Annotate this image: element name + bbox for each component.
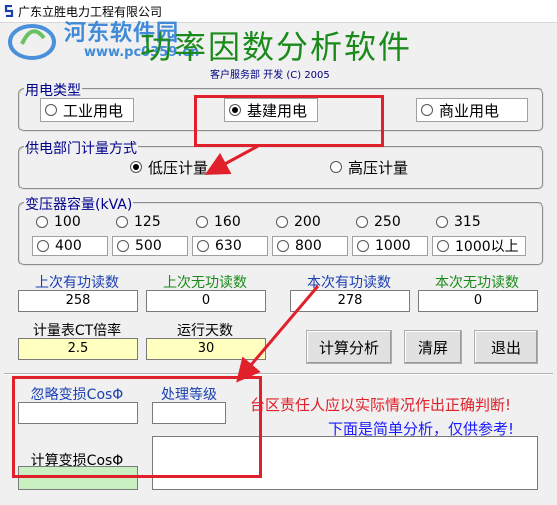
radio-commercial[interactable]: 商业用电 xyxy=(416,98,528,122)
radio-dot xyxy=(196,216,208,228)
calc-button[interactable]: 计算分析 xyxy=(306,330,392,364)
radio-dot xyxy=(36,216,48,228)
radio-dot xyxy=(277,240,289,252)
credit-text: 客户服务部 开发 (C) 2005 xyxy=(210,70,330,81)
radio-industrial-label: 工业用电 xyxy=(63,101,124,120)
radio-industrial[interactable]: 工业用电 xyxy=(40,98,134,122)
radio-kva-label: 500 xyxy=(135,238,162,254)
radio-low-voltage[interactable]: 低压计量 xyxy=(126,156,222,178)
radio-high-voltage[interactable]: 高压计量 xyxy=(326,156,422,178)
clear-button[interactable]: 清屏 xyxy=(404,330,462,364)
radio-kva-label: 160 xyxy=(214,214,241,230)
run-days-input[interactable]: 30 xyxy=(146,338,266,360)
radio-kva-label: 125 xyxy=(134,214,161,230)
radio-kva-160[interactable]: 160 xyxy=(192,212,266,232)
watermark-logo-icon xyxy=(8,24,56,60)
radio-dot xyxy=(116,216,128,228)
radio-kva-label: 630 xyxy=(215,238,242,254)
radio-kva-500[interactable]: 500 xyxy=(112,236,188,256)
radio-dot xyxy=(356,216,368,228)
radio-dot xyxy=(436,216,448,228)
radio-kva-315[interactable]: 315 xyxy=(432,212,522,232)
highlight-box-top xyxy=(194,95,384,147)
this-active-label: 本次有功读数 xyxy=(307,275,391,291)
app-title: 功率因数分析软件 xyxy=(140,28,413,66)
last-reactive-input[interactable]: 0 xyxy=(146,290,266,312)
radio-high-voltage-label: 高压计量 xyxy=(348,158,409,177)
radio-kva-800[interactable]: 800 xyxy=(272,236,348,256)
radio-dot xyxy=(45,104,57,116)
radio-kva-label: 400 xyxy=(55,238,82,254)
radio-kva-1000[interactable]: 1000 xyxy=(352,236,428,256)
note-text: 下面是简单分析，仅供参考! xyxy=(328,420,515,438)
radio-kva-label: 315 xyxy=(454,214,481,230)
radio-commercial-label: 商业用电 xyxy=(439,101,500,120)
radio-kva-125[interactable]: 125 xyxy=(112,212,186,232)
radio-kva-label: 250 xyxy=(374,214,401,230)
radio-kva-label: 1000 xyxy=(375,238,411,254)
electricity-type-label: 用电类型 xyxy=(24,80,82,100)
radio-kva-630[interactable]: 630 xyxy=(192,236,268,256)
ct-ratio-label: 计量表CT倍率 xyxy=(32,323,122,339)
this-reactive-label: 本次无功读数 xyxy=(435,275,519,291)
radio-dot xyxy=(37,240,49,252)
transformer-label: 变压器容量(kVA) xyxy=(24,194,134,214)
radio-dot xyxy=(117,240,129,252)
divider xyxy=(4,373,553,375)
radio-kva-label: 1000以上 xyxy=(455,239,519,255)
radio-dot xyxy=(197,240,209,252)
this-reactive-input[interactable]: 0 xyxy=(418,290,538,312)
ct-ratio-input[interactable]: 2.5 xyxy=(18,338,138,360)
radio-dot-selected xyxy=(130,161,142,173)
radio-kva-label: 800 xyxy=(295,238,322,254)
metering-label: 供电部门计量方式 xyxy=(24,138,138,158)
radio-kva-250[interactable]: 250 xyxy=(352,212,426,232)
radio-kva-400[interactable]: 400 xyxy=(32,236,108,256)
radio-dot xyxy=(437,240,449,252)
warning-text: 台区责任人应以实际情况作出正确判断! xyxy=(250,396,512,414)
radio-kva-label: 100 xyxy=(54,214,81,230)
radio-dot xyxy=(276,216,288,228)
radio-dot xyxy=(421,104,433,116)
radio-kva-over-1000[interactable]: 1000以上 xyxy=(432,236,526,256)
radio-kva-label: 200 xyxy=(294,214,321,230)
last-active-input[interactable]: 258 xyxy=(18,290,138,312)
exit-button[interactable]: 退出 xyxy=(474,330,538,364)
radio-dot xyxy=(357,240,369,252)
highlight-box-bottom xyxy=(12,376,262,478)
last-reactive-label: 上次无功读数 xyxy=(163,275,247,291)
last-active-label: 上次有功读数 xyxy=(35,275,119,291)
radio-kva-200[interactable]: 200 xyxy=(272,212,346,232)
radio-kva-100[interactable]: 100 xyxy=(32,212,106,232)
this-active-input[interactable]: 278 xyxy=(290,290,410,312)
radio-low-voltage-label: 低压计量 xyxy=(148,158,209,177)
run-days-label: 运行天数 xyxy=(177,323,233,339)
radio-dot xyxy=(330,161,342,173)
